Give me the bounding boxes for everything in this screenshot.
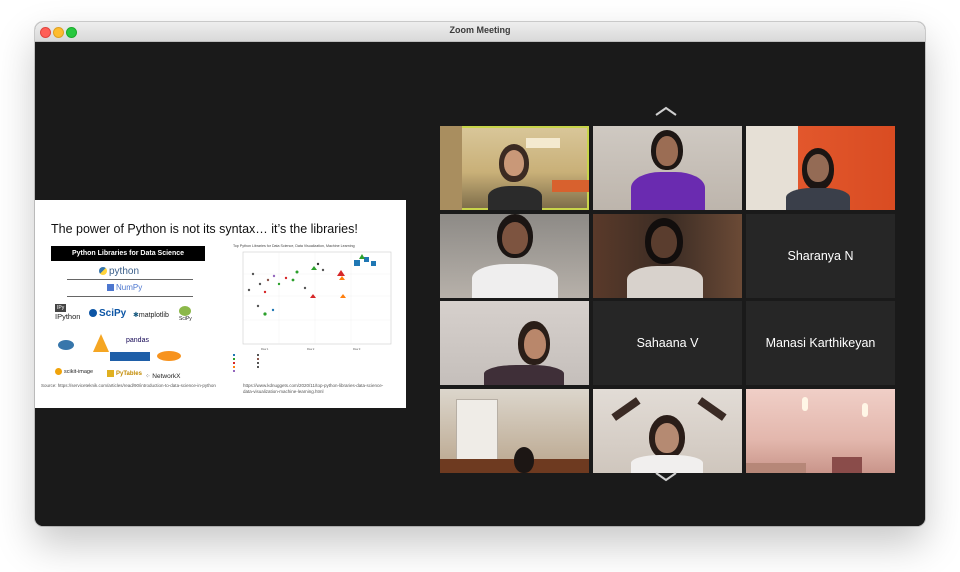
scipy-logo: SciPy [89,308,126,319]
pytables-logo: PyTables [107,370,142,377]
participant-video-2[interactable] [593,126,742,210]
chevron-up-icon[interactable] [653,104,679,118]
theano-logo [157,351,181,361]
networkx-logo: ⁘ NetworkX [145,373,181,380]
participant-name-tile[interactable]: Manasi Karthikeyan [746,301,895,385]
libraries-panel: Python Libraries for Data Science python… [51,246,205,381]
chart-plot: Row 1 Row 2 Row 3 [233,251,392,372]
meeting-stage: The power of Python is not its syntax… i… [35,42,925,526]
libraries-header: Python Libraries for Data Science [51,246,205,261]
slide-source-left: Source: https://serviceteknik.com/articl… [41,383,216,388]
participant-video-5[interactable] [593,214,742,298]
svg-text:Row 2: Row 2 [307,347,315,351]
participant-video-4[interactable] [440,214,589,298]
slide-title: The power of Python is not its syntax… i… [51,222,358,236]
shared-screen: The power of Python is not its syntax… i… [35,200,406,408]
scipy-stack-logo: SciPy [179,306,192,322]
zoom-window: Zoom Meeting The power of Python is not … [35,22,925,526]
scikit-image-logo: scikit-image [55,368,93,375]
matplotlib-logo: ✱matplotlib [133,312,169,319]
participant-video-8[interactable] [593,389,742,473]
pandas-logo: pandas [126,337,149,344]
svg-text:Row 1: Row 1 [261,347,269,351]
chevron-down-icon[interactable] [653,470,679,484]
participant-name-tile[interactable]: Sahaana V [593,301,742,385]
python-snake-logo [58,340,74,350]
participant-video-9[interactable] [746,389,895,473]
participant-video-6[interactable] [440,301,589,385]
participant-video-3[interactable] [746,126,895,210]
ipython-logo: IPy IPython [55,304,81,321]
bokeh-logo [93,334,109,352]
svg-text:Row 3: Row 3 [353,347,361,351]
numpy-logo: NumPy [107,283,142,292]
title-bar[interactable]: Zoom Meeting [35,22,925,42]
participant-video-1[interactable] [440,126,589,210]
participant-name-tile[interactable]: Sharanya N [746,214,895,298]
window-title: Zoom Meeting [449,25,511,35]
python-logo: python [99,266,139,277]
libraries-chart: Top Python Libraries for Data Science, D… [231,244,397,384]
slide-source-right: https://www.kdnuggets.com/2020/11/top-py… [243,383,384,394]
participant-video-7[interactable] [440,389,589,473]
statsmodels-logo [110,352,150,361]
